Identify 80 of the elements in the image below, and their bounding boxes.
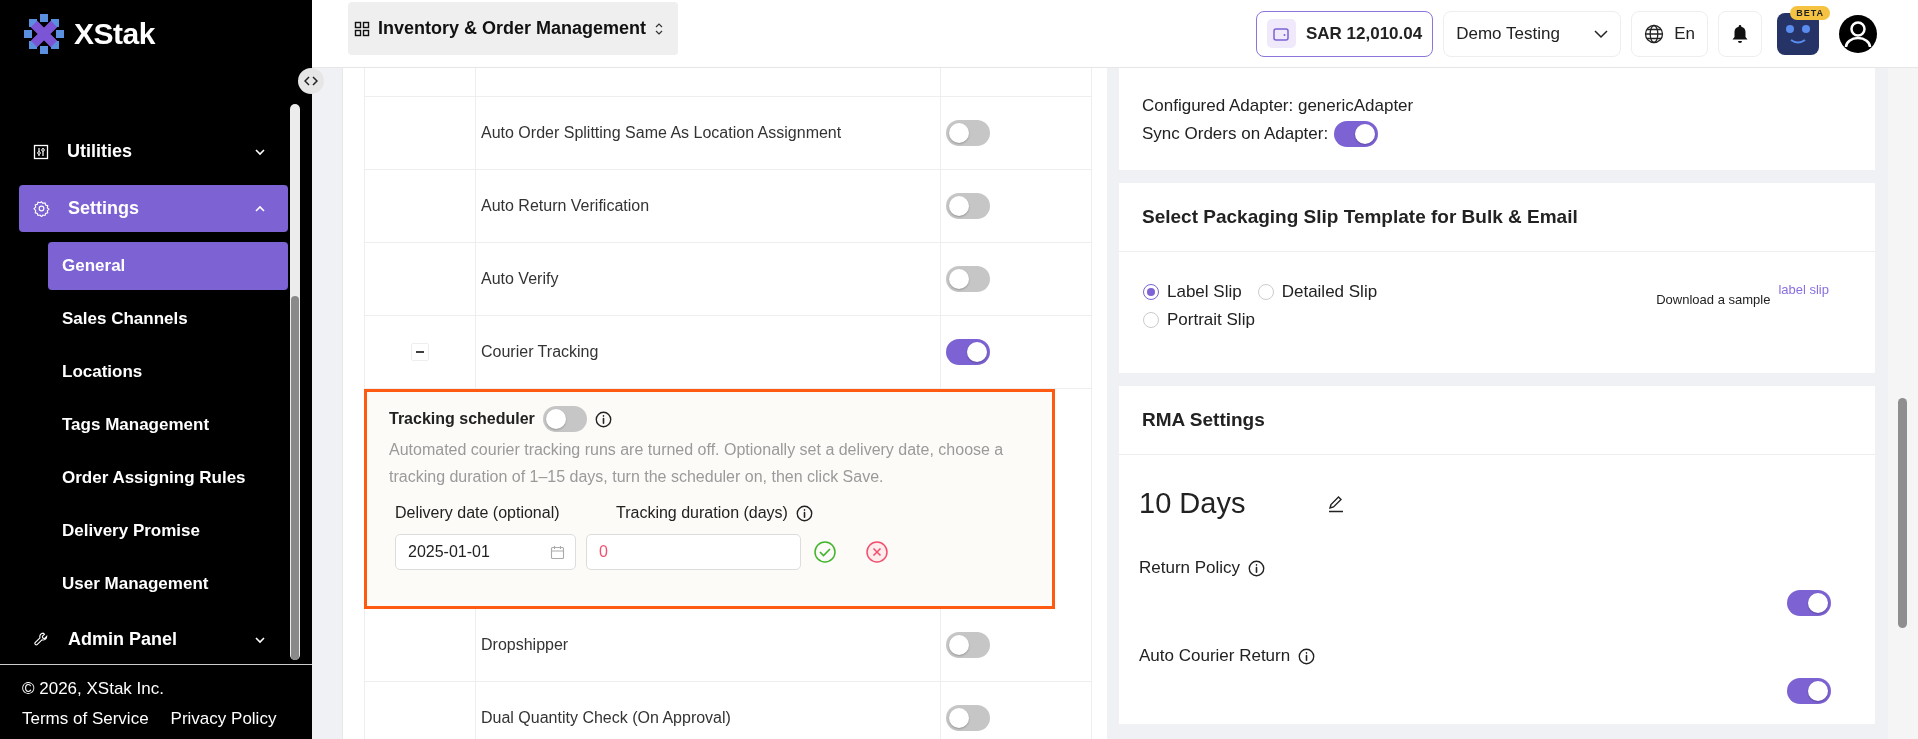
sidebar-subitem[interactable]: User Management xyxy=(48,560,288,608)
setting-label: Dual Quantity Check (On Approval) xyxy=(481,709,731,727)
edit-icon[interactable] xyxy=(1327,494,1346,513)
collapse-handle[interactable] xyxy=(298,68,324,94)
globe-icon xyxy=(1644,23,1665,44)
notifications-button[interactable] xyxy=(1718,10,1762,57)
field-label: Delivery date (optional) xyxy=(395,504,561,522)
toggle-switch[interactable] xyxy=(1334,121,1379,147)
balance-button[interactable]: SAR 12,010.04 xyxy=(1255,10,1434,57)
app-switcher[interactable]: Inventory & Order Management xyxy=(348,2,679,55)
sidebar-item[interactable]: Utilities xyxy=(19,128,288,175)
sliders-icon xyxy=(33,143,49,160)
toggle-switch[interactable] xyxy=(946,632,990,658)
logo-icon xyxy=(22,12,66,56)
chevron-down-icon xyxy=(1594,28,1609,39)
scheduler-description: Automated courier tracking runs are turned off. Optionally set a delivery date, choose a tracking duration of 1–15 days, turn the scheduler on, then click Save. xyxy=(389,440,1005,487)
sync-label: Sync Orders on Adapter: xyxy=(1142,123,1329,145)
scheduler-title: Tracking scheduler xyxy=(389,410,535,428)
sidebar-item[interactable]: Settings xyxy=(19,185,288,232)
language-button[interactable]: En xyxy=(1631,10,1708,57)
sidebar-subitem[interactable]: Sales Channels xyxy=(48,295,288,343)
sample-link[interactable]: label slip xyxy=(1778,282,1829,297)
radio-option[interactable]: Label Slip xyxy=(1143,282,1242,302)
radio-option[interactable]: Portrait Slip xyxy=(1143,310,1255,330)
setting-label: Auto Order Splitting Same As Location Assignment xyxy=(481,124,842,142)
sidebar-subitem[interactable]: Order Assigning Rules xyxy=(48,454,288,502)
toggle-switch[interactable] xyxy=(1787,590,1831,616)
grid-icon xyxy=(354,20,370,37)
bell-icon xyxy=(1731,23,1749,44)
info-icon xyxy=(1298,647,1316,665)
code-arrows-icon xyxy=(304,76,318,86)
confirm-icon[interactable] xyxy=(813,540,837,564)
footer-link[interactable]: Terms of Service xyxy=(22,709,149,729)
adapter-text: Configured Adapter: genericAdapter xyxy=(1142,95,1415,117)
copyright-text: © 2026, XStak Inc. xyxy=(22,679,165,699)
settings-icon xyxy=(33,200,50,217)
sidebar-subitem[interactable]: Tags Management xyxy=(48,401,288,449)
info-icon xyxy=(594,410,612,428)
radio-button[interactable] xyxy=(1257,284,1274,300)
info-icon xyxy=(1248,559,1266,577)
wallet-icon xyxy=(1273,26,1290,41)
setting-label: Auto Return Verification xyxy=(481,197,650,215)
brand-name: XStak xyxy=(74,17,155,51)
store-select[interactable]: Demo Testing xyxy=(1443,10,1622,57)
sample-text: Download a sample xyxy=(1656,292,1771,307)
toggle-switch[interactable] xyxy=(542,406,587,432)
scrollbar[interactable] xyxy=(1888,68,1918,739)
sidebar-item[interactable]: Admin Panel xyxy=(19,616,288,663)
sidebar-subitem[interactable]: General xyxy=(48,242,288,290)
calendar-icon xyxy=(550,544,565,560)
toggle-switch[interactable] xyxy=(946,120,990,146)
card-title: RMA Settings xyxy=(1142,409,1265,431)
info-icon xyxy=(795,504,813,522)
sidebar-subitem[interactable]: Delivery Promise xyxy=(48,507,288,555)
toggle-switch[interactable] xyxy=(946,705,990,731)
setting-label: Dropshipper xyxy=(481,636,569,654)
setting-label: Courier Tracking xyxy=(481,343,599,361)
user-avatar-icon[interactable] xyxy=(1838,13,1878,54)
radio-option[interactable]: Detailed Slip xyxy=(1257,282,1378,302)
toggle-switch[interactable] xyxy=(946,266,990,292)
radio-button[interactable] xyxy=(1143,284,1159,300)
beta-badge: BETA xyxy=(1790,5,1830,20)
setting-label: Return Policy xyxy=(1139,558,1241,578)
date-field[interactable]: 2025-01-01 xyxy=(395,534,576,570)
cancel-icon[interactable] xyxy=(865,540,889,564)
collapse-button[interactable] xyxy=(411,343,429,361)
scrollbar[interactable] xyxy=(290,104,300,660)
footer-link[interactable]: Privacy Policy xyxy=(170,709,277,729)
card-title: Select Packaging Slip Template for Bulk & Email xyxy=(1142,206,1578,228)
toggle-switch[interactable] xyxy=(946,193,990,219)
return-days: 10 Days xyxy=(1139,487,1246,520)
setting-label: Auto Courier Return xyxy=(1139,646,1291,666)
sidebar-subitem[interactable]: Locations xyxy=(48,348,288,396)
updown-icon xyxy=(654,21,665,36)
wrench-icon xyxy=(33,631,50,648)
radio-button[interactable] xyxy=(1143,312,1159,328)
toggle-switch[interactable] xyxy=(1787,678,1831,704)
setting-label: Auto Verify xyxy=(481,270,559,288)
toggle-switch[interactable] xyxy=(946,339,990,365)
field-label: Tracking duration (days) xyxy=(616,504,788,522)
